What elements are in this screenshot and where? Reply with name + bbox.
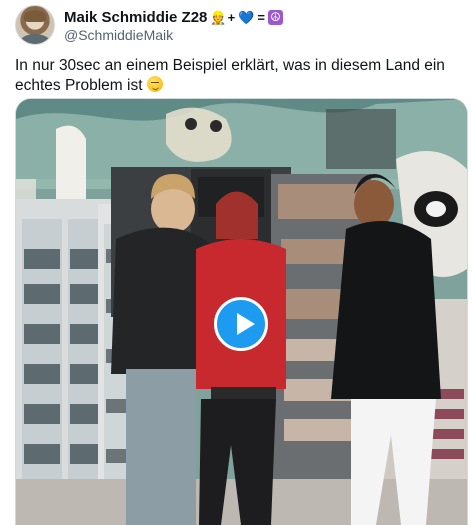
smirking-face-emoji bbox=[146, 76, 163, 92]
tweet-header: Maik Schmiddie Z28 👷 + 💙 = ☮ @SchmiddieM… bbox=[15, 5, 465, 47]
display-name[interactable]: Maik Schmiddie Z28 bbox=[64, 9, 207, 26]
video-player[interactable] bbox=[15, 98, 468, 525]
avatar[interactable] bbox=[15, 5, 55, 45]
avatar-hat bbox=[24, 10, 46, 22]
plus-sign: + bbox=[227, 9, 236, 25]
display-name-row[interactable]: Maik Schmiddie Z28 👷 + 💙 = ☮ bbox=[64, 8, 283, 26]
tweet-body: In nur 30sec an einem Beispiel erklärt, … bbox=[15, 57, 445, 94]
blue-heart-emoji: 💙 bbox=[238, 9, 255, 25]
peace-symbol-emoji: ☮ bbox=[267, 9, 283, 25]
avatar-shoulders bbox=[20, 34, 50, 44]
user-handle[interactable]: @SchmiddieMaik bbox=[64, 27, 173, 43]
equals-sign: = bbox=[257, 9, 265, 25]
construction-worker-emoji: 👷 bbox=[210, 9, 227, 25]
tweet-text: In nur 30sec an einem Beispiel erklärt, … bbox=[15, 56, 465, 96]
play-button[interactable] bbox=[214, 297, 268, 351]
